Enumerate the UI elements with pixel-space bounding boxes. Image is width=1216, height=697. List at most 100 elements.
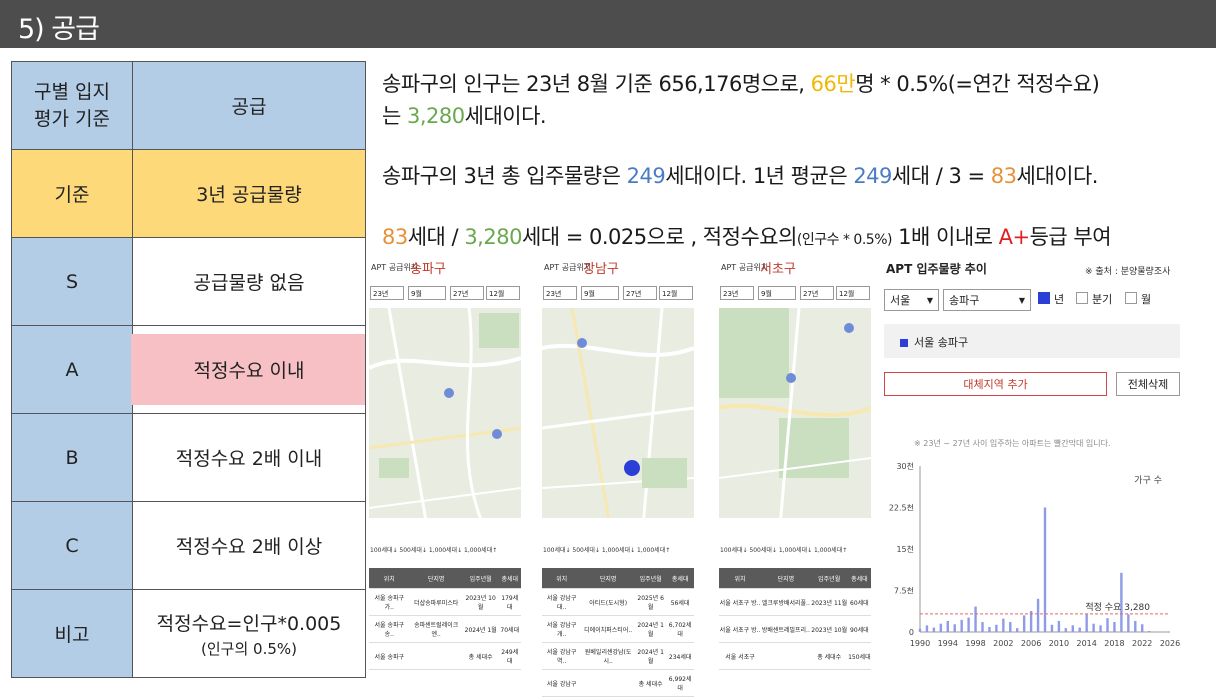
bar <box>1127 614 1129 632</box>
source-note: ※ 출처 : 분양물량조사 <box>1085 264 1170 277</box>
cell: 90세대 <box>848 616 871 643</box>
cell: 엘크루방배서리풀.. <box>761 589 811 616</box>
bar <box>1002 619 1004 632</box>
cell: 서울 송파구 가.. <box>369 589 410 616</box>
row-label: C <box>12 502 133 590</box>
header-criteria: 구별 입지 평가 기준 <box>12 62 133 150</box>
cell: 234세대 <box>666 643 694 670</box>
cell: 총 세대수 <box>463 643 499 670</box>
city-select[interactable]: 서울▼ <box>884 289 939 311</box>
th: 입주년월 <box>635 568 666 589</box>
x-tick-label: 2002 <box>993 639 1013 648</box>
bar <box>995 625 997 632</box>
table-row: 서울 송파구 가..더샵송파루미스타2023년 10월179세대 <box>369 589 521 616</box>
from-year-select[interactable]: 23년 <box>720 286 754 300</box>
th: 단지명 <box>410 568 463 589</box>
bar <box>919 629 921 632</box>
x-tick-label: 2010 <box>1049 639 1069 648</box>
bar <box>981 622 983 632</box>
page-title: 5) 공급 <box>18 7 99 46</box>
y-tick-label: 30천 <box>896 461 914 471</box>
bar <box>960 620 962 632</box>
x-tick-label: 2022 <box>1132 639 1152 648</box>
th: 총세대 <box>666 568 694 589</box>
to-year-select[interactable]: 27년 <box>450 286 484 300</box>
bar <box>1044 508 1046 633</box>
cell <box>581 670 635 697</box>
map-legend: 100세대↓ 500세대↓ 1,000세대↓ 1,000세대↑ <box>370 545 497 554</box>
cell: 70세대 <box>499 616 521 643</box>
bar <box>940 624 942 632</box>
bar <box>954 624 956 632</box>
to-year-select[interactable]: 27년 <box>623 286 657 300</box>
cell: 더샵송파루미스타 <box>410 589 463 616</box>
row-label: S <box>12 238 133 326</box>
cell: 서울 강남구 <box>542 670 581 697</box>
supply-chart: 07.5천15천22.5천30천199019941998200220062010… <box>880 454 1186 664</box>
bar <box>1023 615 1025 632</box>
y-tick-label: 15천 <box>896 544 914 554</box>
text-span: 세대이다. <box>465 104 546 128</box>
cell: 2024년 1월 <box>635 616 666 643</box>
supply-trend-panel: APT 입주물량 추이 ※ 출처 : 분양물량조사 서울▼ 송파구▼ 년 분기 … <box>880 258 1186 672</box>
cell: 2023년 11월 <box>811 589 848 616</box>
quarter-checkbox[interactable] <box>1076 292 1088 304</box>
x-tick-label: 1998 <box>965 639 985 648</box>
text-highlight: 66만 <box>811 72 856 96</box>
from-month-select[interactable]: 9월 <box>758 286 796 300</box>
table-row: 서울 강남구총 세대수6,992세대 <box>542 670 694 697</box>
from-month-select[interactable]: 9월 <box>408 286 446 300</box>
district-value: 송파구 <box>949 294 979 307</box>
map-view[interactable] <box>369 308 521 538</box>
to-month-select[interactable]: 12월 <box>836 286 870 300</box>
cell: 2024년 1월 <box>463 616 499 643</box>
panel-district: 강남구 <box>583 258 619 277</box>
text-line-1: 송파구의 인구는 23년 8월 기준 656,176명으로, 66만명 * 0.… <box>382 68 1099 98</box>
cell: 서울 송파구 송.. <box>369 616 410 643</box>
table-row: 서울 서초구총 세대수150세대 <box>719 643 871 670</box>
to-month-select[interactable]: 12월 <box>659 286 693 300</box>
city-value: 서울 <box>890 294 910 307</box>
month-checkbox[interactable] <box>1125 292 1137 304</box>
delete-all-button[interactable]: 전체삭제 <box>1116 372 1180 396</box>
text-span: 세대 / <box>408 225 465 249</box>
cell: 서울 강남구 개.. <box>542 616 581 643</box>
text-span: 송파구의 3년 총 입주물량은 <box>382 164 627 188</box>
panel-district: 서초구 <box>760 258 796 277</box>
bar <box>967 618 969 632</box>
text-span: 1배 이내로 <box>892 225 999 249</box>
y-tick-label: 22.5천 <box>889 503 914 513</box>
add-region-button[interactable]: 대체지역 추가 <box>884 372 1107 396</box>
to-month-select[interactable]: 12월 <box>486 286 520 300</box>
reference-line-label: 적정 수요 3,280 <box>1085 601 1150 613</box>
bar <box>1113 622 1115 632</box>
table-row: 서울 송파구총 세대수249세대 <box>369 643 521 670</box>
row-label: B <box>12 414 133 502</box>
bar <box>1092 624 1094 632</box>
map-graphic <box>719 308 871 538</box>
grade-text: A+ <box>999 225 1030 249</box>
text-span: 송파구의 인구는 23년 8월 기준 656,176명으로, <box>382 72 811 96</box>
bar <box>1009 622 1011 632</box>
map-view[interactable] <box>719 308 871 538</box>
map-view[interactable] <box>542 308 694 538</box>
cell: 원베일리센강남(도시.. <box>581 643 635 670</box>
cell: 2024년 1월 <box>635 643 666 670</box>
text-span: 세대이다. <box>1017 164 1098 188</box>
text-highlight: 249 <box>627 164 666 188</box>
x-tick-label: 2026 <box>1160 639 1180 648</box>
district-select[interactable]: 송파구▼ <box>943 289 1031 311</box>
row-value: 공급물량 없음 <box>133 238 366 326</box>
selected-region-box: 서울 송파구 <box>884 324 1180 358</box>
supply-table: 위치단지명입주년월총세대 서울 강남구 대..아티드(도시형)2025년 6월5… <box>542 568 694 697</box>
to-year-select[interactable]: 27년 <box>800 286 834 300</box>
criteria-table: 구별 입지 평가 기준 공급 기준 3년 공급물량 S 공급물량 없음 A 적정… <box>11 61 366 678</box>
x-tick-label: 2014 <box>1076 639 1096 648</box>
from-year-select[interactable]: 23년 <box>370 286 404 300</box>
from-month-select[interactable]: 9월 <box>581 286 619 300</box>
map-legend: 100세대↓ 500세대↓ 1,000세대↓ 1,000세대↑ <box>543 545 670 554</box>
year-checkbox[interactable] <box>1038 292 1050 304</box>
formula-note: (인구의 0.5%) <box>133 638 365 659</box>
cell: 179세대 <box>499 589 521 616</box>
from-year-select[interactable]: 23년 <box>543 286 577 300</box>
